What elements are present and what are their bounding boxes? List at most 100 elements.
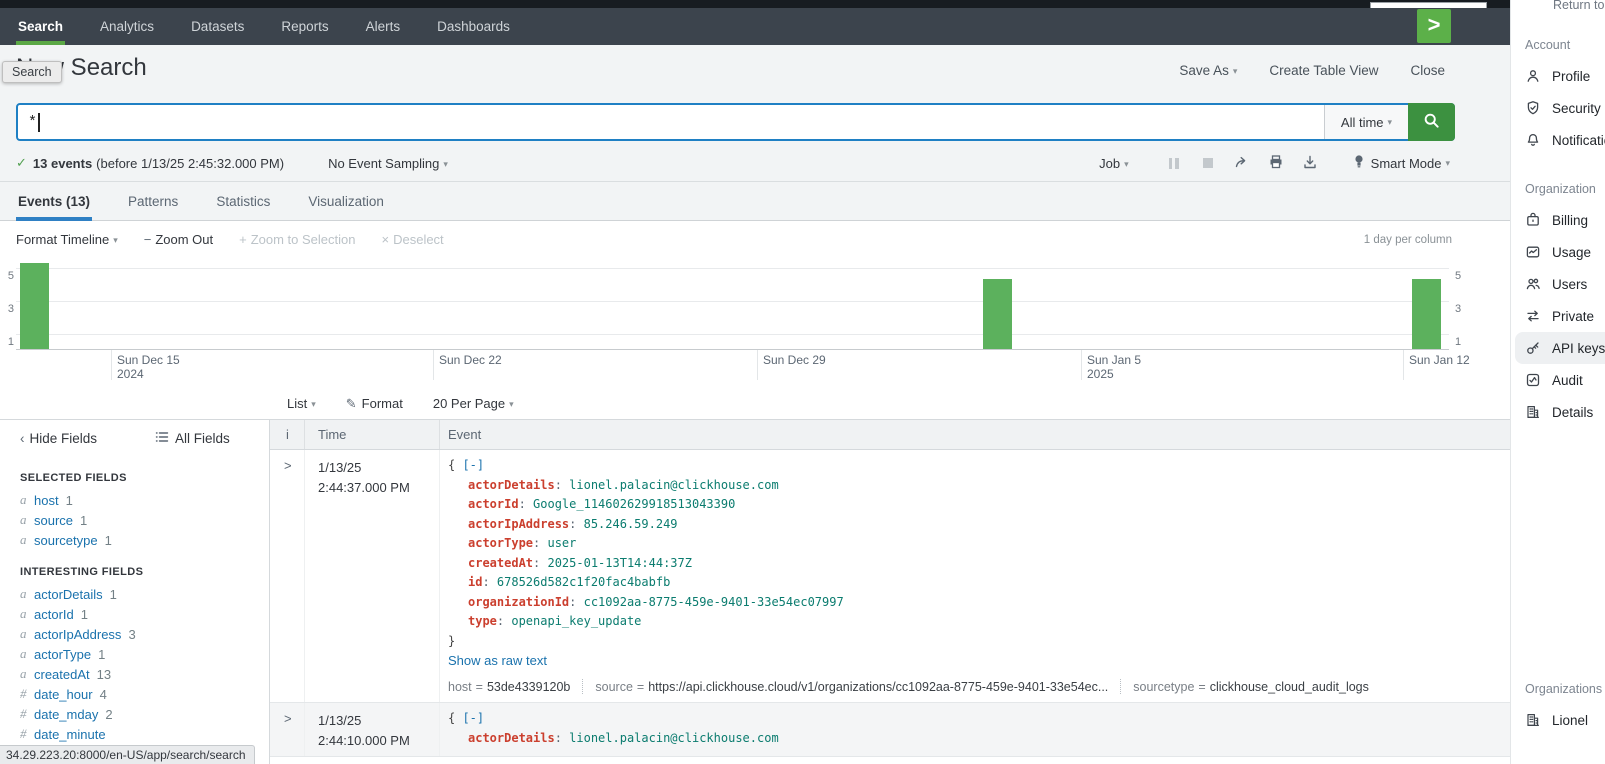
json-value[interactable]: 678526d582c1f20fac4babfb bbox=[497, 575, 670, 589]
sidebar-item[interactable]: Audit bbox=[1511, 364, 1605, 396]
json-key[interactable]: actorType bbox=[468, 536, 533, 550]
results-tab[interactable]: Visualization bbox=[306, 182, 386, 220]
json-key[interactable]: type bbox=[468, 614, 497, 628]
hide-fields-button[interactable]: ‹Hide Fields bbox=[20, 431, 97, 446]
create-table-view-button[interactable]: Create Table View bbox=[1269, 63, 1378, 78]
format-timeline-dropdown[interactable]: Format Timeline▾ bbox=[16, 232, 118, 247]
json-value[interactable]: 2025-01-13T14:44:37Z bbox=[547, 556, 692, 570]
meta-host[interactable]: host=53de4339120b bbox=[448, 680, 570, 694]
meta-source[interactable]: source=https://api.clickhouse.cloud/v1/o… bbox=[595, 680, 1108, 694]
stop-button[interactable] bbox=[1191, 153, 1225, 173]
sidebar-item[interactable]: Details bbox=[1511, 396, 1605, 428]
json-value[interactable]: 85.246.59.249 bbox=[584, 517, 678, 531]
share-button[interactable] bbox=[1225, 153, 1259, 173]
expand-chevron-icon[interactable]: > bbox=[284, 711, 292, 726]
nav-item[interactable]: Alerts bbox=[364, 8, 403, 45]
json-value[interactable]: Google_114602629918513043390 bbox=[533, 497, 735, 511]
sidebar-item[interactable]: API keys bbox=[1515, 332, 1605, 364]
timeline-bar[interactable] bbox=[983, 279, 1012, 349]
splunk-logo-icon[interactable]: > bbox=[1417, 9, 1451, 43]
sidebar-item[interactable]: Usage bbox=[1511, 236, 1605, 268]
field-item[interactable]: a createdAt 13 bbox=[20, 664, 269, 684]
sidebar-item[interactable]: Notifications bbox=[1511, 124, 1605, 156]
sidebar-item[interactable]: Lionel bbox=[1511, 704, 1605, 736]
nav-items: Search Analytics Datasets Reports Alerts… bbox=[16, 8, 545, 45]
field-item[interactable]: a actorIpAddress 3 bbox=[20, 624, 269, 644]
json-key[interactable]: id bbox=[468, 575, 482, 589]
timeline-chart[interactable]: 553311 bbox=[0, 258, 1510, 350]
json-key[interactable]: actorDetails bbox=[468, 478, 555, 492]
time-range-picker[interactable]: All time▾ bbox=[1324, 105, 1408, 139]
search-button[interactable] bbox=[1408, 103, 1455, 141]
json-value[interactable]: cc1092aa-8775-459e-9401-33e54ec07997 bbox=[584, 595, 844, 609]
json-collapse-link[interactable]: [-] bbox=[462, 711, 484, 725]
json-key[interactable]: actorId bbox=[468, 497, 519, 511]
json-value[interactable]: user bbox=[547, 536, 576, 550]
nav-item[interactable]: Datasets bbox=[189, 8, 246, 45]
export-button[interactable] bbox=[1293, 153, 1327, 173]
sidebar-item[interactable]: Private bbox=[1511, 300, 1605, 332]
per-page-dropdown[interactable]: 20 Per Page▾ bbox=[433, 396, 514, 411]
json-value[interactable]: lionel.palacin@clickhouse.com bbox=[569, 478, 779, 492]
event-date: 1/13/25 bbox=[318, 711, 439, 731]
search-input[interactable]: * bbox=[18, 105, 1324, 139]
field-item[interactable]: a actorId 1 bbox=[20, 604, 269, 624]
deselect-button[interactable]: ×Deselect bbox=[382, 232, 444, 247]
save-as-button[interactable]: Save As▾ bbox=[1179, 63, 1237, 78]
meta-sourcetype[interactable]: sourcetype=clickhouse_cloud_audit_logs bbox=[1133, 680, 1369, 694]
field-count: 1 bbox=[105, 533, 112, 548]
caret-down-icon: ▾ bbox=[1124, 159, 1129, 169]
y-axis-label: 1 bbox=[1455, 336, 1467, 348]
field-item[interactable]: a host 1 bbox=[20, 490, 269, 510]
print-button[interactable] bbox=[1259, 153, 1293, 173]
json-key[interactable]: organizationId bbox=[468, 595, 569, 609]
format-results-button[interactable]: ✎Format bbox=[346, 396, 403, 412]
search-mode-dropdown[interactable]: Smart Mode▾ bbox=[1353, 154, 1450, 172]
event-sampling-dropdown[interactable]: No Event Sampling▾ bbox=[328, 156, 448, 171]
json-value[interactable]: lionel.palacin@clickhouse.com bbox=[569, 731, 779, 745]
json-key[interactable]: actorIpAddress bbox=[468, 517, 569, 531]
security-icon bbox=[1525, 100, 1541, 116]
sidebar-item[interactable]: Billing bbox=[1511, 204, 1605, 236]
field-item[interactable]: a sourcetype 1 bbox=[20, 530, 269, 550]
nav-item[interactable]: Analytics bbox=[98, 8, 156, 45]
field-item[interactable]: # date_hour 4 bbox=[20, 684, 269, 704]
organizations-section-title: Organizations bbox=[1511, 682, 1605, 696]
show-raw-text-link[interactable]: Show as raw text bbox=[448, 653, 547, 668]
results-tab[interactable]: Statistics bbox=[214, 182, 272, 220]
nav-item[interactable]: Dashboards bbox=[435, 8, 512, 45]
timeline-bar[interactable] bbox=[20, 263, 49, 349]
sidebar-item[interactable]: Security bbox=[1511, 92, 1605, 124]
nav-item[interactable]: Search bbox=[16, 8, 65, 45]
zoom-out-button[interactable]: −Zoom Out bbox=[144, 232, 213, 247]
close-button[interactable]: Close bbox=[1410, 63, 1445, 78]
list-view-dropdown[interactable]: List▾ bbox=[287, 396, 316, 411]
caret-down-icon: ▾ bbox=[509, 399, 514, 409]
sidebar-spacer bbox=[1511, 428, 1605, 656]
x-axis-tick bbox=[1403, 350, 1404, 380]
expand-chevron-icon[interactable]: > bbox=[284, 458, 292, 473]
field-item[interactable]: a actorDetails 1 bbox=[20, 584, 269, 604]
nav-item[interactable]: Reports bbox=[279, 8, 330, 45]
sidebar-item[interactable]: Users bbox=[1511, 268, 1605, 300]
return-to-link[interactable]: Return to bbox=[1511, 0, 1605, 12]
results-tab[interactable]: Events (13) bbox=[16, 182, 92, 220]
field-item[interactable]: # date_minute bbox=[20, 724, 269, 744]
sidebar-item[interactable]: Profile bbox=[1511, 60, 1605, 92]
json-collapse-link[interactable]: [-] bbox=[462, 458, 484, 472]
json-value[interactable]: openapi_key_update bbox=[511, 614, 641, 628]
zoom-to-selection-label: Zoom to Selection bbox=[251, 232, 356, 247]
all-fields-button[interactable]: All Fields bbox=[155, 430, 230, 447]
column-scale-note: 1 day per column bbox=[1364, 234, 1452, 246]
json-key[interactable]: actorDetails bbox=[468, 731, 555, 745]
y-axis-label: 5 bbox=[1455, 270, 1467, 282]
results-tab[interactable]: Patterns bbox=[126, 182, 180, 220]
field-item[interactable]: a source 1 bbox=[20, 510, 269, 530]
pause-button[interactable] bbox=[1157, 153, 1191, 173]
field-item[interactable]: # date_mday 2 bbox=[20, 704, 269, 724]
field-item[interactable]: a actorType 1 bbox=[20, 644, 269, 664]
job-dropdown[interactable]: Job▾ bbox=[1099, 156, 1129, 171]
timeline-bar[interactable] bbox=[1412, 279, 1441, 349]
zoom-to-selection-button[interactable]: +Zoom to Selection bbox=[239, 232, 355, 247]
json-key[interactable]: createdAt bbox=[468, 556, 533, 570]
